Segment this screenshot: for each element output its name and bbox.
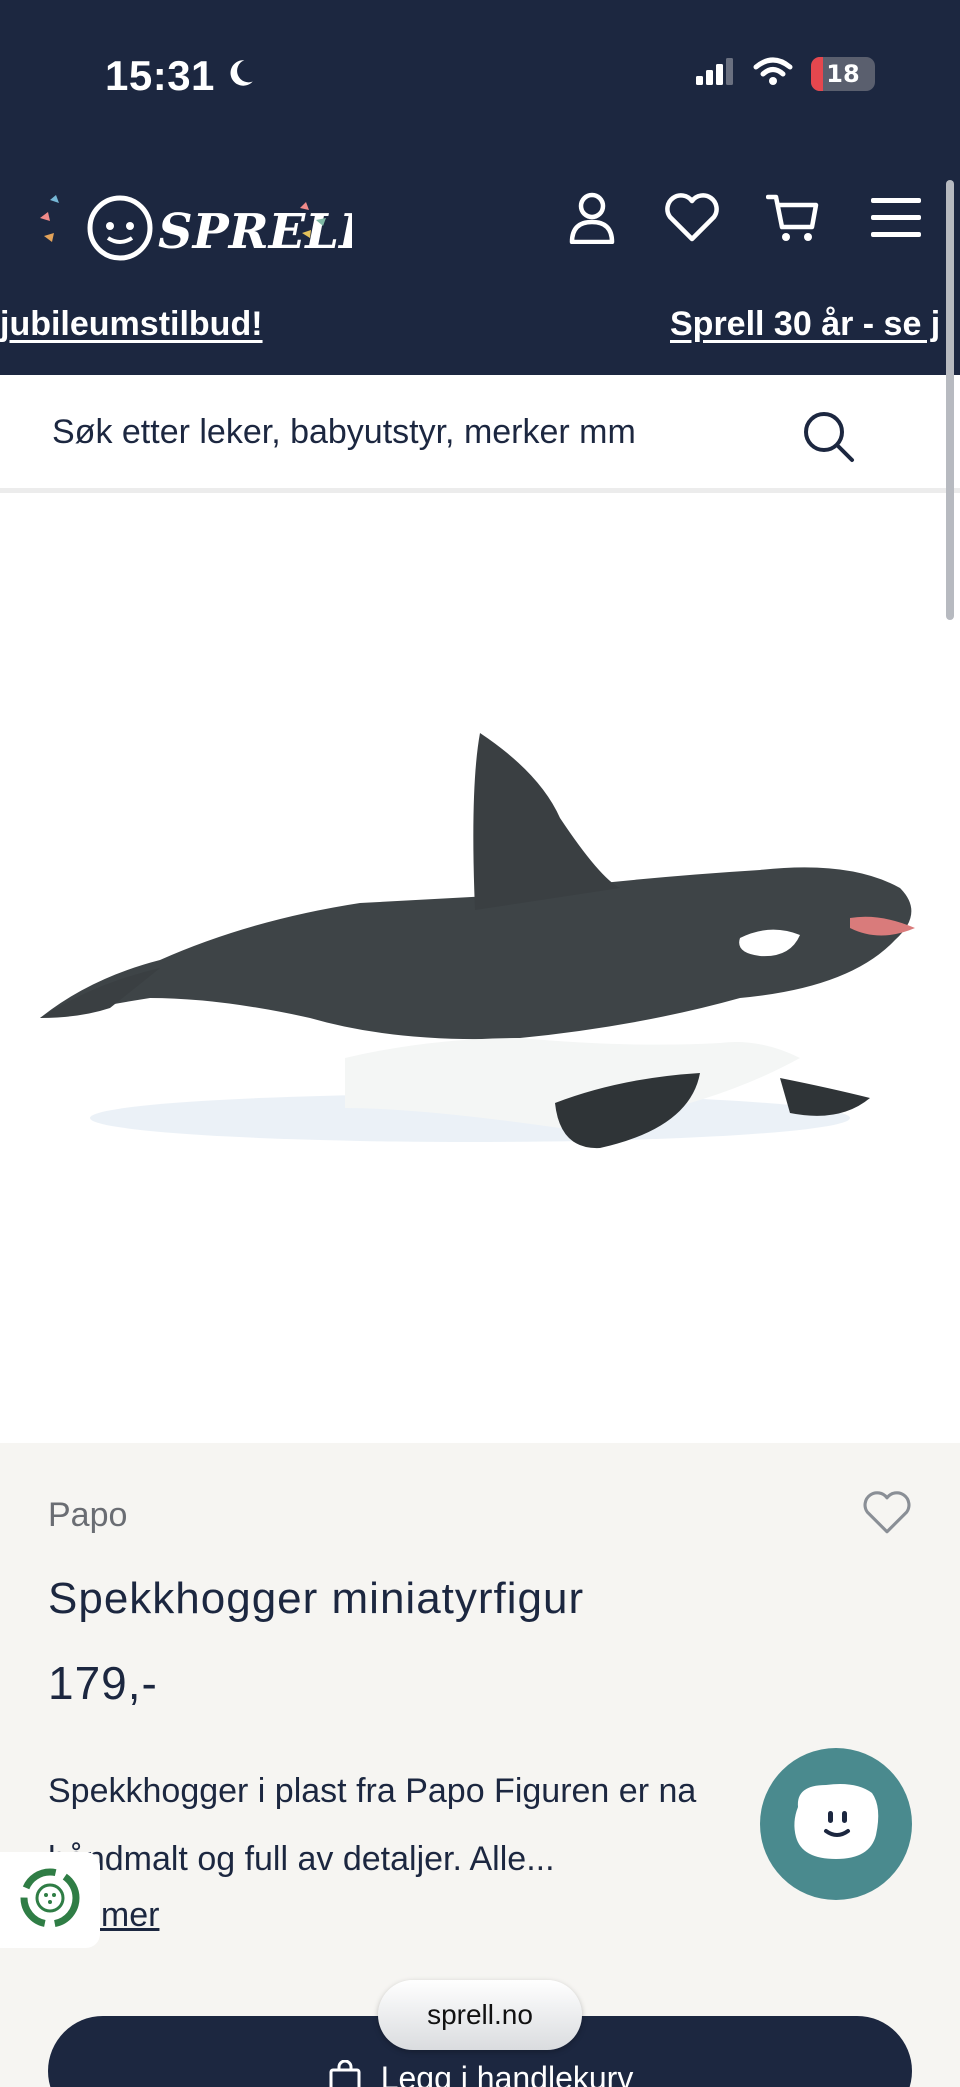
product-brand[interactable]: Papo [48, 1496, 127, 1535]
product-description: Spekkhogger i plast fra Papo Figuren er … [48, 1757, 778, 1893]
battery-fill [811, 56, 823, 91]
status-bar: 15:31 18 [0, 0, 960, 150]
chat-button[interactable] [760, 1748, 912, 1900]
description-line-2: håndmalt og full av detaljer. Alle... [48, 1840, 555, 1878]
status-time: 15:31 [105, 52, 257, 100]
chat-face-icon [786, 1777, 886, 1872]
top-bar: 15:31 18 SPRELL jubileumstilbud! Sprell … [0, 0, 960, 375]
wifi-icon [753, 56, 793, 91]
product-title: Spekkhogger miniatyrfigur [48, 1574, 585, 1623]
battery-level: 18 [826, 59, 860, 88]
time-label: 15:31 [105, 52, 215, 99]
logo-wordmark: SPRELL [158, 204, 352, 260]
url-text: sprell.no [427, 1999, 533, 2030]
promo-marquee[interactable]: jubileumstilbud! Sprell 30 år - se j [0, 305, 960, 357]
status-indicators: 18 [695, 56, 875, 91]
search-icon[interactable] [800, 408, 856, 469]
favorite-heart-icon[interactable] [862, 1490, 912, 1541]
shopping-bag-icon [327, 2059, 363, 2087]
recycle-icon [16, 1864, 84, 1937]
cart-icon[interactable] [763, 188, 823, 248]
product-image[interactable] [0, 498, 960, 1443]
recycle-badge[interactable] [0, 1852, 100, 1948]
signal-icon [695, 57, 735, 90]
battery-icon: 18 [811, 56, 875, 91]
search-input[interactable]: Søk etter leker, babyutstyr, merker mm [52, 413, 636, 452]
sprell-logo[interactable]: SPRELL [32, 178, 373, 268]
heart-icon[interactable] [662, 188, 722, 248]
scrollbar[interactable] [946, 180, 954, 620]
account-icon[interactable] [562, 188, 622, 248]
promo-link-right[interactable]: Sprell 30 år - se j [670, 305, 940, 344]
description-line-1: Spekkhogger i plast fra Papo Figuren er … [48, 1772, 697, 1810]
browser-url-pill[interactable]: sprell.no [378, 1980, 582, 2050]
product-price: 179,- [48, 1657, 158, 1709]
add-to-cart-label: Legg i handlekurv [380, 2060, 634, 2087]
site-header: SPRELL [0, 160, 960, 280]
menu-icon[interactable] [866, 188, 926, 248]
moon-icon [223, 52, 257, 100]
promo-link-left[interactable]: jubileumstilbud! [0, 305, 263, 344]
